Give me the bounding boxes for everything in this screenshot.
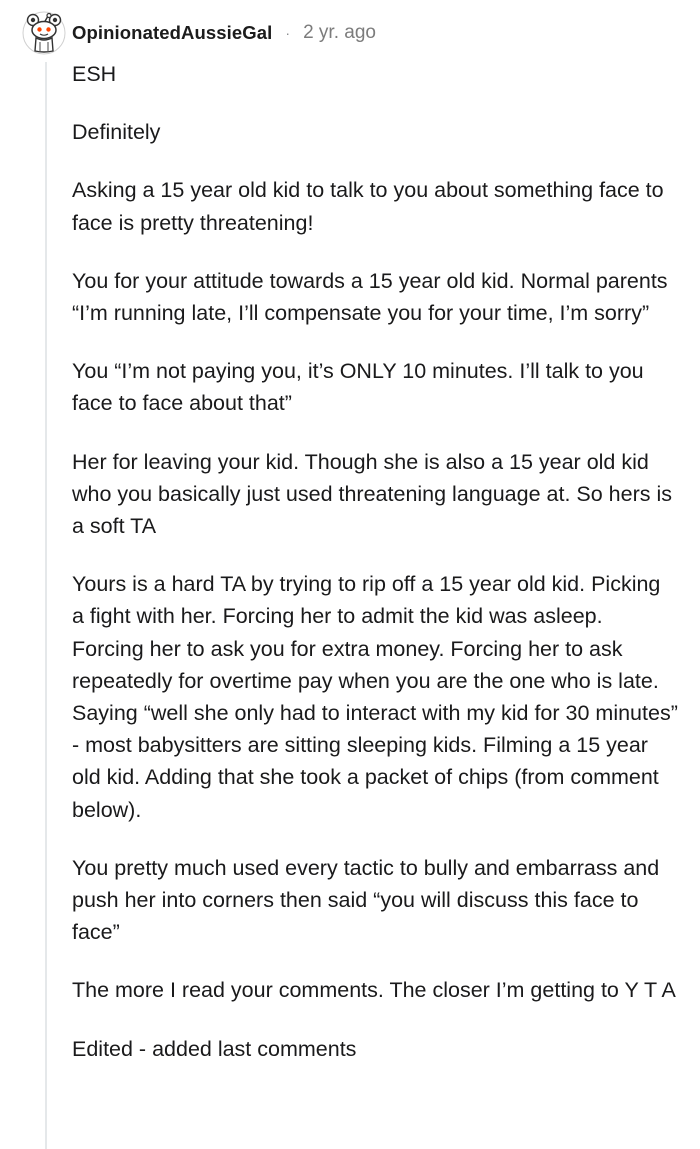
comment-header: OpinionatedAussieGal · 2 yr. ago xyxy=(22,10,376,56)
comment-thread-line[interactable] xyxy=(45,62,47,1149)
comment-paragraph: Edited - added last comments xyxy=(72,1036,357,1061)
comment-timestamp[interactable]: 2 yr. ago xyxy=(303,22,376,44)
comment-paragraph: You for your attitude towards a 15 year … xyxy=(72,268,668,326)
comment-paragraph: Definitely xyxy=(72,120,161,145)
comment-body: ESH Definitely Asking a 15 year old kid … xyxy=(72,58,678,1091)
comment-paragraph: Yours is a hard TA by trying to rip off … xyxy=(72,572,678,822)
snoo-avatar-icon[interactable] xyxy=(22,11,66,55)
comment-paragraph: ESH xyxy=(72,62,117,86)
comment-paragraph: You “I’m not paying you, it’s ONLY 10 mi… xyxy=(72,359,644,416)
comment-paragraph: Her for leaving your kid. Though she is … xyxy=(72,449,672,539)
comment-paragraph: You pretty much used every tactic to bul… xyxy=(72,855,660,945)
comment-paragraph: Asking a 15 year old kid to talk to you … xyxy=(72,178,664,235)
header-separator: · xyxy=(285,25,291,41)
comment-author[interactable]: OpinionatedAussieGal xyxy=(72,22,272,44)
comment-paragraph: The more I read your comments. The close… xyxy=(72,978,676,1003)
